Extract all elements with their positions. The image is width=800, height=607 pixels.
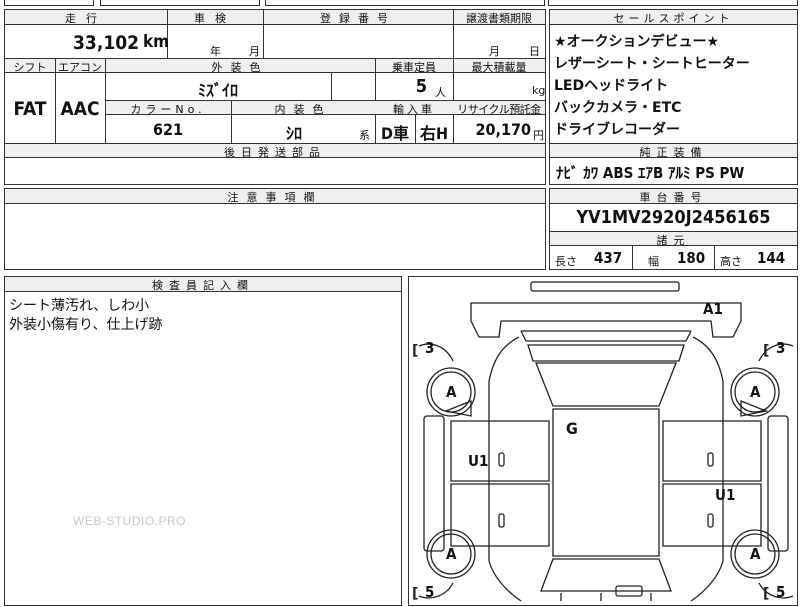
mark-wheel-rear-left: A bbox=[446, 545, 457, 563]
sales-point-line: バックカメラ・ETC bbox=[554, 100, 682, 116]
aircon-value: AAC bbox=[60, 98, 100, 120]
header-max-load: 最大積載量 bbox=[471, 61, 527, 74]
import-hand-value: 右H bbox=[419, 124, 449, 143]
height-value: 144 bbox=[757, 249, 786, 267]
bracket-left-upper: [ bbox=[412, 343, 418, 359]
header-import: 輸入車 bbox=[393, 103, 435, 116]
header-color-no: カラーNo. bbox=[130, 103, 206, 116]
mark-left-upper-3: 3 bbox=[425, 339, 435, 357]
header-later-parts: 後日発送部品 bbox=[224, 146, 326, 159]
capacity-value: 5 bbox=[415, 76, 427, 97]
sales-point-line: ドライブレコーダー bbox=[554, 122, 680, 138]
length-value: 437 bbox=[594, 249, 623, 267]
transfer-day-label: 日 bbox=[529, 45, 540, 58]
sales-point-line: レザーシート・シートヒーター bbox=[554, 56, 750, 72]
height-label: 高さ bbox=[720, 255, 742, 268]
mark-right-upper-3: 3 bbox=[776, 339, 786, 357]
exterior-color-value: ﾐｽﾞｲﾛ bbox=[197, 81, 238, 100]
chassis-box: 車台番号 YV1MV2920J2456165 諸元 長さ 437 幅 180 高… bbox=[549, 188, 798, 270]
header-exterior-color: 外装色 bbox=[211, 61, 269, 74]
length-label: 長さ bbox=[555, 255, 577, 268]
damage-diagram-box: [ [ [ [ A1 3 3 5 5 A A A A G U1 U1 bbox=[408, 276, 798, 606]
car-diagram: [ [ [ [ bbox=[412, 281, 794, 602]
header-dims: 諸元 bbox=[656, 234, 691, 247]
header-recycle: リサイクル預託金 bbox=[457, 103, 541, 116]
inspection-month-label: 月 bbox=[249, 45, 260, 58]
header-notes: 注意事項欄 bbox=[227, 191, 323, 204]
sales-point-panel: セールスポイント ★オークションデビュー★ レザーシート・シートヒーター LED… bbox=[549, 9, 798, 185]
mark-wheel-rear-right: A bbox=[750, 545, 761, 563]
inspector-comment: シート薄汚れ、しわ小 bbox=[9, 298, 150, 314]
bracket-right-upper: [ bbox=[763, 343, 769, 359]
sales-point-line: ★オークションデビュー★ bbox=[554, 34, 720, 50]
header-mileage: 走行 bbox=[65, 12, 107, 25]
interior-color-value: ｼﾛ bbox=[285, 124, 302, 143]
header-interior-color: 内装色 bbox=[274, 103, 332, 116]
mark-roof-g: G bbox=[566, 419, 578, 438]
mark-left-lower-5: 5 bbox=[425, 583, 435, 601]
capacity-unit: 人 bbox=[435, 86, 446, 99]
inspector-comment: 外装小傷有り、仕上げ跡 bbox=[9, 317, 163, 333]
mark-wheel-front-left: A bbox=[446, 383, 457, 401]
mileage-value: 33,102 bbox=[73, 32, 139, 54]
header-inspector: 検査員記入欄 bbox=[152, 279, 254, 292]
mark-right-lower-5: 5 bbox=[776, 583, 786, 601]
transfer-month-label: 月 bbox=[489, 45, 500, 58]
mark-wheel-front-right: A bbox=[750, 383, 761, 401]
header-aircon: エアコン bbox=[58, 61, 102, 74]
interior-color-suffix: 系 bbox=[359, 129, 370, 142]
mark-a1: A1 bbox=[703, 300, 723, 318]
mark-right-door-u1: U1 bbox=[715, 486, 736, 504]
header-chassis: 車台番号 bbox=[639, 191, 708, 204]
header-equipment: 純正装備 bbox=[639, 146, 708, 159]
import-d-value: D車 bbox=[381, 124, 409, 143]
header-capacity: 乗車定員 bbox=[392, 61, 436, 74]
width-value: 180 bbox=[677, 249, 706, 267]
chassis-number: YV1MV2920J2456165 bbox=[576, 207, 771, 228]
color-no-value: 621 bbox=[152, 120, 184, 139]
watermark: WEB-STUDIO.PRO bbox=[73, 514, 187, 528]
top-strip bbox=[0, 0, 800, 7]
inspector-box: 検査員記入欄 シート薄汚れ、しわ小 外装小傷有り、仕上げ跡 WEB-STUDIO… bbox=[4, 276, 402, 606]
header-registration: 登録番号 bbox=[320, 12, 396, 25]
recycle-value: 20,170 bbox=[475, 120, 531, 139]
max-load-unit: kg bbox=[532, 84, 546, 97]
equipment-items: ﾅﾋﾞ ｶﾜ ABS ｴｱB ｱﾙﾐ PS PW bbox=[556, 164, 745, 182]
recycle-unit: 円 bbox=[533, 129, 544, 142]
header-sales-point: セールスポイント bbox=[613, 12, 734, 25]
sales-point-line: LEDヘッドライト bbox=[554, 78, 669, 94]
shift-value: FAT bbox=[13, 98, 47, 120]
mileage-unit: km bbox=[143, 32, 170, 52]
notes-box: 注意事項欄 bbox=[4, 188, 546, 270]
inspection-year-label: 年 bbox=[210, 45, 221, 58]
mark-left-door-u1: U1 bbox=[468, 452, 489, 470]
vehicle-info-table: 走行 車検 登録番号 譲渡書類期限 33,102 km 年 月 月 日 シフト … bbox=[4, 9, 546, 185]
width-label: 幅 bbox=[648, 255, 659, 268]
header-transfer-deadline: 譲渡書類期限 bbox=[466, 12, 532, 25]
header-inspection: 車検 bbox=[194, 12, 236, 25]
header-shift: シフト bbox=[13, 61, 47, 74]
